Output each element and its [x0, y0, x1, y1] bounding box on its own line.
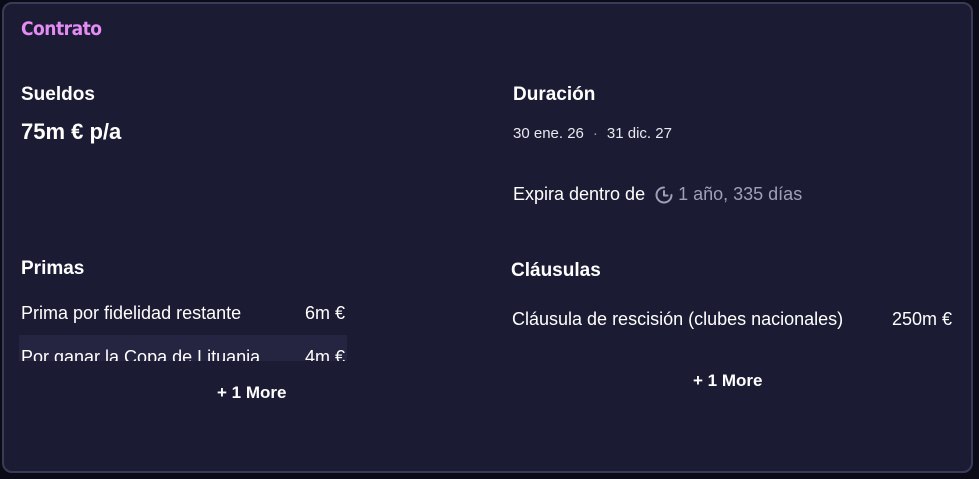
bonuses-heading: Primas — [21, 258, 85, 279]
date-separator: · — [592, 125, 598, 142]
start-date: 30 ene. 26 — [513, 125, 584, 142]
bonus-value: 4m € — [304, 346, 345, 362]
bonus-name: Por ganar la Copa de Lituania — [21, 346, 261, 362]
clause-name: Cláusula de rescisión (clubes nacionales… — [512, 308, 844, 329]
bonus-row: Prima por fidelidad restante 6m € — [19, 291, 347, 335]
expiry-label: Expira dentro de — [513, 184, 646, 204]
card-title: Contrato — [21, 18, 102, 40]
bonuses-more-button[interactable]: + 1 More — [217, 383, 286, 403]
bonus-name: Prima por fidelidad restante — [21, 302, 242, 323]
bonus-value: 6m € — [304, 302, 345, 323]
clauses-heading: Cláusulas — [511, 260, 601, 281]
duration-heading: Duración — [513, 84, 596, 105]
duration-dates: 30 ene. 26 · 31 dic. 27 — [513, 125, 672, 142]
clause-value: 250m € — [891, 308, 952, 329]
clauses-list[interactable]: Cláusula de rescisión (clubes nacionales… — [512, 297, 952, 343]
clock-icon — [654, 185, 674, 205]
contract-card: Contrato Sueldos 75m € p/a Duración 30 e… — [2, 2, 973, 473]
bonus-row: Por ganar la Copa de Lituania 4m € — [19, 335, 347, 361]
expiry-row: Expira dentro de 1 año, 335 días — [513, 184, 802, 205]
expiry-value: 1 año, 335 días — [678, 184, 803, 204]
clauses-more-button[interactable]: + 1 More — [693, 371, 762, 391]
end-date: 31 dic. 27 — [606, 125, 672, 142]
bonuses-list[interactable]: Prima por fidelidad restante 6m € Por ga… — [19, 291, 347, 361]
salaries-heading: Sueldos — [21, 84, 95, 105]
salary-amount: 75m € p/a — [21, 119, 122, 144]
clause-row: Cláusula de rescisión (clubes nacionales… — [512, 297, 952, 341]
